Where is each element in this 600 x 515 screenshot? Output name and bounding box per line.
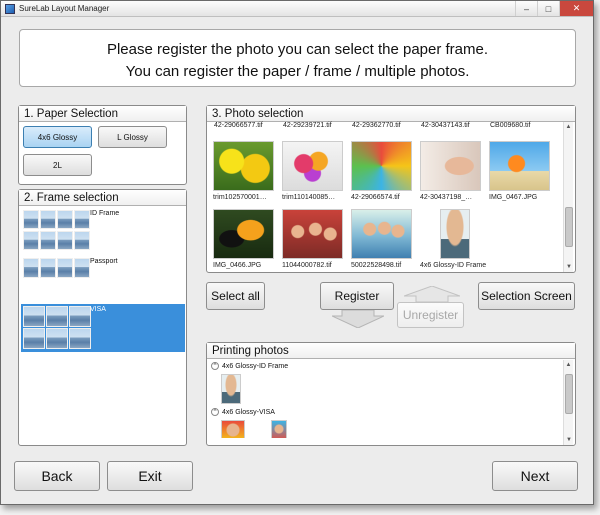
- photo-item[interactable]: IMG_0467.JPG: [489, 141, 559, 205]
- print-thumb-visa-1[interactable]: [221, 420, 245, 438]
- photo-item[interactable]: trim102570001…: [213, 141, 283, 205]
- photo-item[interactable]: 11044000782.tif: [282, 209, 352, 271]
- photo-selection-title: 3. Photo selection: [207, 106, 575, 122]
- maximize-button[interactable]: □: [537, 1, 559, 16]
- photo-label: 42-29362770.tif: [352, 122, 401, 129]
- toucan-icon: [213, 209, 274, 259]
- next-button[interactable]: Next: [492, 461, 578, 491]
- minimize-button[interactable]: –: [515, 1, 537, 16]
- printing-photos-panel: Printing photos ^ 4x6 Glossy-ID Frame ^ …: [206, 342, 576, 446]
- photo-item[interactable]: 42-30437198_…: [420, 141, 490, 205]
- back-button[interactable]: Back: [14, 461, 100, 491]
- photo-selection-panel: 3. Photo selection 42-29066577.tif 42-29…: [206, 105, 576, 273]
- instruction-line-1: Please register the photo you can select…: [106, 41, 489, 58]
- photo-label: trim102570001…: [213, 194, 267, 201]
- photo-label: 42-29239721.tif: [283, 122, 332, 129]
- paper-option-4x6-glossy[interactable]: 4x6 Glossy: [23, 126, 92, 148]
- arrow-up-icon: [404, 286, 460, 302]
- yellow-flowers-icon: [213, 141, 274, 191]
- beach-jump-icon: [489, 141, 550, 191]
- selection-screen-button[interactable]: Selection Screen: [478, 282, 575, 310]
- frame-label-id: ID Frame: [90, 210, 120, 217]
- register-button[interactable]: Register: [320, 282, 394, 310]
- print-group-visa[interactable]: ^ 4x6 Glossy-VISA: [211, 408, 275, 416]
- print-thumb-id-portrait[interactable]: [221, 374, 241, 404]
- family-group-icon: [351, 209, 412, 259]
- scroll-up-icon[interactable]: ▲: [564, 122, 573, 132]
- photo-label: 4x6 Glossy-ID Frame: [420, 262, 487, 269]
- print-group-label: 4x6 Glossy-ID Frame: [222, 362, 289, 370]
- print-thumb-visa-2[interactable]: [271, 420, 287, 438]
- unregister-button[interactable]: Unregister: [397, 302, 464, 328]
- flower-bouquet-icon: [282, 141, 343, 191]
- photo-label: 42-30437143.tif: [421, 122, 470, 129]
- instruction-line-2: You can register the paper / frame / mul…: [125, 63, 470, 80]
- printing-scrollbar[interactable]: ▲ ▼: [563, 360, 573, 445]
- id-portrait-icon: [440, 209, 470, 259]
- photo-label: 50022528498.tif: [351, 262, 402, 269]
- photo-label: CB009680.tif: [490, 122, 531, 129]
- photo-item[interactable]: 50022528498.tif: [351, 209, 421, 271]
- app-logo-icon: [5, 3, 15, 14]
- photo-label: 42-29066574.tif: [351, 194, 400, 201]
- collapse-icon[interactable]: ^: [211, 408, 219, 416]
- photo-grid: 42-29066577.tif 42-29239721.tif 42-29362…: [209, 121, 565, 271]
- photo-label: trim110140085…: [282, 194, 336, 201]
- photo-item[interactable]: trim110140085…: [282, 141, 352, 205]
- frame-item-visa[interactable]: VISA: [21, 304, 185, 352]
- photo-label: 42-29066577.tif: [214, 122, 263, 129]
- instruction-box: Please register the photo you can select…: [19, 29, 576, 87]
- print-group-id-frame[interactable]: ^ 4x6 Glossy-ID Frame: [211, 362, 288, 370]
- photo-label: 11044000782.tif: [282, 262, 332, 269]
- photo-item[interactable]: 4x6 Glossy-ID Frame: [420, 209, 490, 271]
- photo-item[interactable]: 42-29066574.tif: [351, 141, 421, 205]
- paper-selection-title: 1. Paper Selection: [19, 106, 186, 122]
- frame-selection-title: 2. Frame selection: [19, 190, 186, 206]
- frame-label-passport: Passport: [90, 258, 118, 265]
- printing-list: ^ 4x6 Glossy-ID Frame ^ 4x6 Glossy-VISA: [209, 360, 565, 438]
- photo-label: 42-30437198_…: [420, 194, 473, 201]
- scroll-up-icon[interactable]: ▲: [564, 360, 573, 370]
- frame-label-visa: VISA: [90, 306, 106, 313]
- photo-scrollbar[interactable]: ▲ ▼: [563, 122, 573, 272]
- scroll-thumb[interactable]: [565, 374, 573, 414]
- woman-lying-icon: [420, 141, 481, 191]
- app-window: SureLab Layout Manager – □ ✕ Please regi…: [0, 0, 594, 505]
- frame-list: ID Frame Passport VISA: [21, 208, 185, 444]
- exit-button[interactable]: Exit: [107, 461, 193, 491]
- photo-label: IMG_0467.JPG: [489, 194, 538, 201]
- arrow-down-icon: [332, 310, 384, 328]
- select-all-button[interactable]: Select all: [206, 282, 265, 310]
- scroll-down-icon[interactable]: ▼: [564, 262, 574, 272]
- frame-item-id[interactable]: ID Frame: [21, 208, 185, 254]
- collapse-icon[interactable]: ^: [211, 362, 219, 370]
- scroll-down-icon[interactable]: ▼: [564, 435, 574, 445]
- close-button[interactable]: ✕: [559, 1, 593, 16]
- frame-item-passport[interactable]: Passport: [21, 256, 185, 282]
- paper-selection-panel: 1. Paper Selection 4x6 Glossy L Glossy 2…: [18, 105, 187, 185]
- paper-option-l-glossy[interactable]: L Glossy: [98, 126, 167, 148]
- print-group-label: 4x6 Glossy-VISA: [222, 408, 275, 416]
- title-bar: SureLab Layout Manager – □ ✕: [1, 1, 593, 17]
- kids-circle-icon: [351, 141, 412, 191]
- window-title: SureLab Layout Manager: [19, 4, 110, 13]
- photo-label: IMG_0466.JPG: [213, 262, 262, 269]
- scroll-thumb[interactable]: [565, 207, 573, 247]
- crowd-icon: [282, 209, 343, 259]
- printing-photos-title: Printing photos: [207, 343, 575, 359]
- frame-selection-panel: 2. Frame selection ID Frame Passport VIS…: [18, 189, 187, 446]
- paper-option-2l[interactable]: 2L: [23, 154, 92, 176]
- photo-item[interactable]: IMG_0466.JPG: [213, 209, 283, 271]
